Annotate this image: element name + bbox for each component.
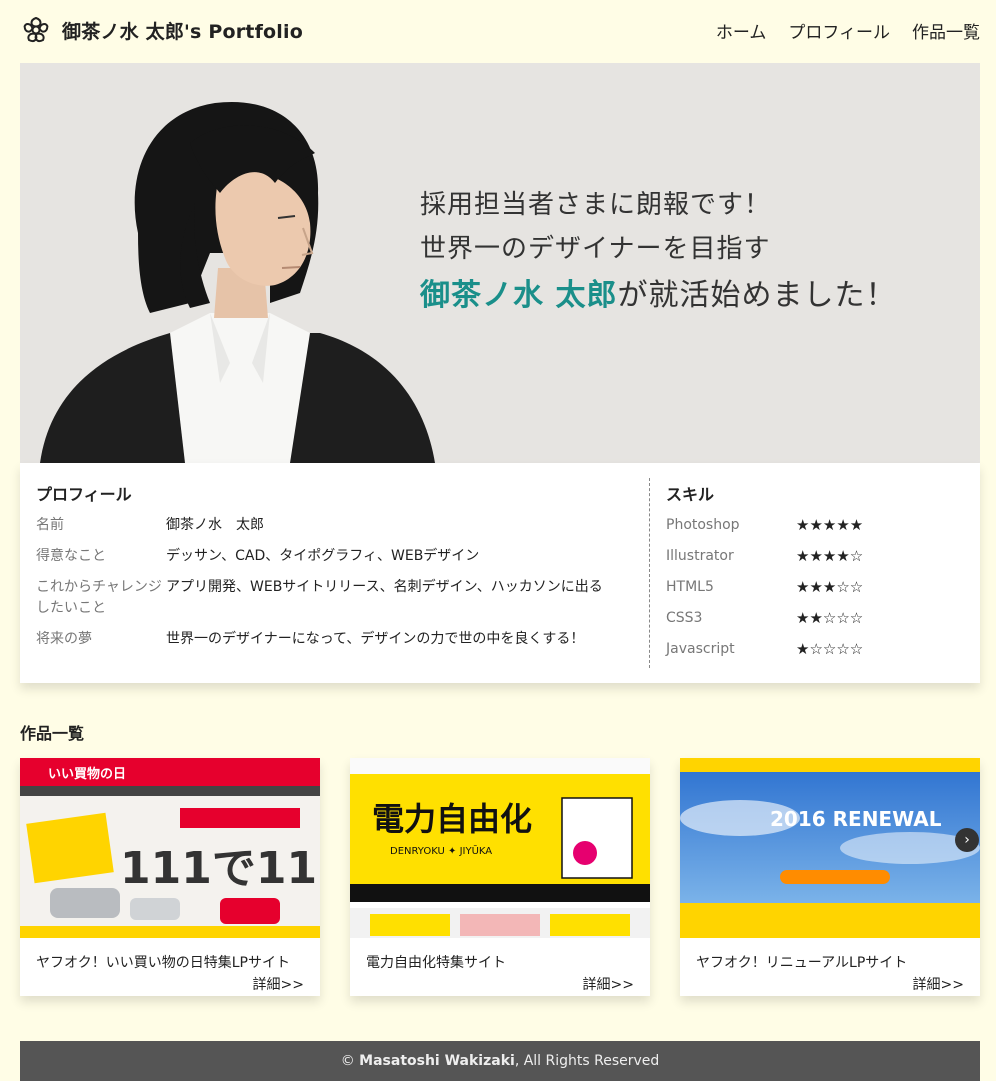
work-card[interactable]: 電力自由化 DENRYOKU ✦ JIYŪKA 電力自由化特集サイト 詳細>> (350, 758, 650, 996)
site-footer: © Masatoshi Wakizaki, All Rights Reserve… (20, 1041, 980, 1081)
profile-label: 得意なこと (36, 548, 106, 564)
work-detail-link[interactable]: 詳細>> (20, 972, 320, 994)
skill-rating-stars: ★★★★★ (796, 516, 864, 534)
works-carousel: いい買物の日 111で11 ヤフオク！いい買い物の日特集LPサイト 詳細>> 電… (20, 758, 980, 998)
footer-rights: , All Rights Reserved (514, 1053, 660, 1069)
skill-row: CSS3 ★★☆☆☆ (666, 608, 964, 629)
nav-home-link[interactable]: ホーム (716, 18, 767, 43)
brand[interactable]: 御茶ノ水 太郎's Portfolio (20, 14, 303, 46)
flower-logo-icon (23, 16, 49, 43)
profile-section: プロフィール 名前 御茶ノ水 太郎 得意なこと デッサン、CAD、タイポグラフィ… (20, 478, 650, 668)
skill-rating-stars: ★★★☆☆ (796, 578, 864, 596)
profile-value: 世界一のデザイナーになって、デザインの力で世の中を良くする！ (166, 631, 585, 647)
profile-value: 御茶ノ水 太郎 (166, 517, 264, 533)
footer-author: Masatoshi Wakizaki (359, 1053, 515, 1069)
skill-section: スキル Photoshop ★★★★★ Illustrator ★★★★☆ HT… (650, 478, 980, 668)
profile-label: 将来の夢 (36, 631, 92, 647)
skill-rating-stars: ★☆☆☆☆ (796, 640, 864, 658)
work-title: ヤフオク！いい買い物の日特集LPサイト (36, 955, 290, 971)
hero-line-3: 御茶ノ水 太郎が就活始めました！ (420, 271, 896, 321)
work-card[interactable]: 2016 RENEWAL ヤフオク！リニューアルLPサイト 詳細>> (680, 758, 980, 996)
site-header: 御茶ノ水 太郎's Portfolio ホーム プロフィール 作品一覧 (20, 12, 980, 48)
profile-value: デッサン、CAD、タイポグラフィ、WEBデザイン (166, 548, 480, 564)
chevron-right-icon[interactable]: › (955, 828, 979, 852)
thumb-sub-text: DENRYOKU ✦ JIYŪKA (390, 844, 492, 857)
profile-label: これからチャレンジしたいこと (36, 579, 162, 616)
main-nav: ホーム プロフィール 作品一覧 (716, 18, 980, 43)
work-title: ヤフオク！リニューアルLPサイト (696, 955, 908, 971)
skill-row: HTML5 ★★★☆☆ (666, 577, 964, 598)
nav-profile-link[interactable]: プロフィール (788, 18, 890, 43)
skill-rating-stars: ★★☆☆☆ (796, 609, 864, 627)
work-thumbnail: いい買物の日 111で11 (20, 758, 320, 938)
skill-name: Photoshop (666, 517, 740, 533)
portrait-photo (20, 63, 440, 463)
site-title: 御茶ノ水 太郎's Portfolio (62, 20, 303, 43)
profile-row-name: 名前 御茶ノ水 太郎 (36, 515, 633, 536)
skill-name: CSS3 (666, 610, 703, 626)
hero-copy: 採用担当者さまに朗報です！ 世界一のデザイナーを目指す 御茶ノ水 太郎が就活始め… (420, 183, 896, 321)
profile-row-challenge: これからチャレンジしたいこと アプリ開発、WEBサイトリリース、名刺デザイン、ハ… (36, 577, 633, 619)
hero-banner: 採用担当者さまに朗報です！ 世界一のデザイナーを目指す 御茶ノ水 太郎が就活始め… (20, 63, 980, 463)
skill-row: Photoshop ★★★★★ (666, 515, 964, 536)
thumb-banner-text: いい買物の日 (48, 766, 126, 782)
profile-skill-card: プロフィール 名前 御茶ノ水 太郎 得意なこと デッサン、CAD、タイポグラフィ… (20, 463, 980, 683)
skill-name: Javascript (666, 641, 735, 657)
copyright-symbol: © (340, 1053, 360, 1069)
profile-heading: プロフィール (36, 485, 132, 504)
works-heading: 作品一覧 (20, 724, 85, 743)
profile-label: 名前 (36, 517, 64, 533)
thumb-main-text: 111で11 (120, 843, 317, 894)
hero-name: 御茶ノ水 太郎 (420, 278, 618, 313)
skill-name: Illustrator (666, 548, 734, 564)
work-detail-link[interactable]: 詳細>> (350, 972, 650, 994)
hero-line-1: 採用担当者さまに朗報です！ (420, 190, 772, 220)
profile-value: アプリ開発、WEBサイトリリース、名刺デザイン、ハッカソンに出る (166, 579, 603, 595)
work-detail-link[interactable]: 詳細>> (680, 972, 980, 994)
skill-rating-stars: ★★★★☆ (796, 547, 864, 565)
skill-heading: スキル (666, 485, 715, 504)
work-card[interactable]: いい買物の日 111で11 ヤフオク！いい買い物の日特集LPサイト 詳細>> (20, 758, 320, 996)
hero-line-2: 世界一のデザイナーを目指す (420, 234, 771, 264)
skill-row: Javascript ★☆☆☆☆ (666, 639, 964, 660)
skill-name: HTML5 (666, 579, 714, 595)
work-title: 電力自由化特集サイト (366, 955, 506, 971)
work-thumbnail: 電力自由化 DENRYOKU ✦ JIYŪKA (350, 758, 650, 938)
hero-line-3-suffix: が就活始めました！ (617, 278, 897, 313)
skill-row: Illustrator ★★★★☆ (666, 546, 964, 567)
thumb-main-text: 2016 RENEWAL (770, 807, 942, 831)
profile-row-strength: 得意なこと デッサン、CAD、タイポグラフィ、WEBデザイン (36, 546, 633, 567)
thumb-main-text: 電力自由化 (372, 800, 532, 838)
profile-row-dream: 将来の夢 世界一のデザイナーになって、デザインの力で世の中を良くする！ (36, 629, 633, 650)
nav-works-link[interactable]: 作品一覧 (912, 18, 980, 43)
work-thumbnail: 2016 RENEWAL (680, 758, 980, 938)
